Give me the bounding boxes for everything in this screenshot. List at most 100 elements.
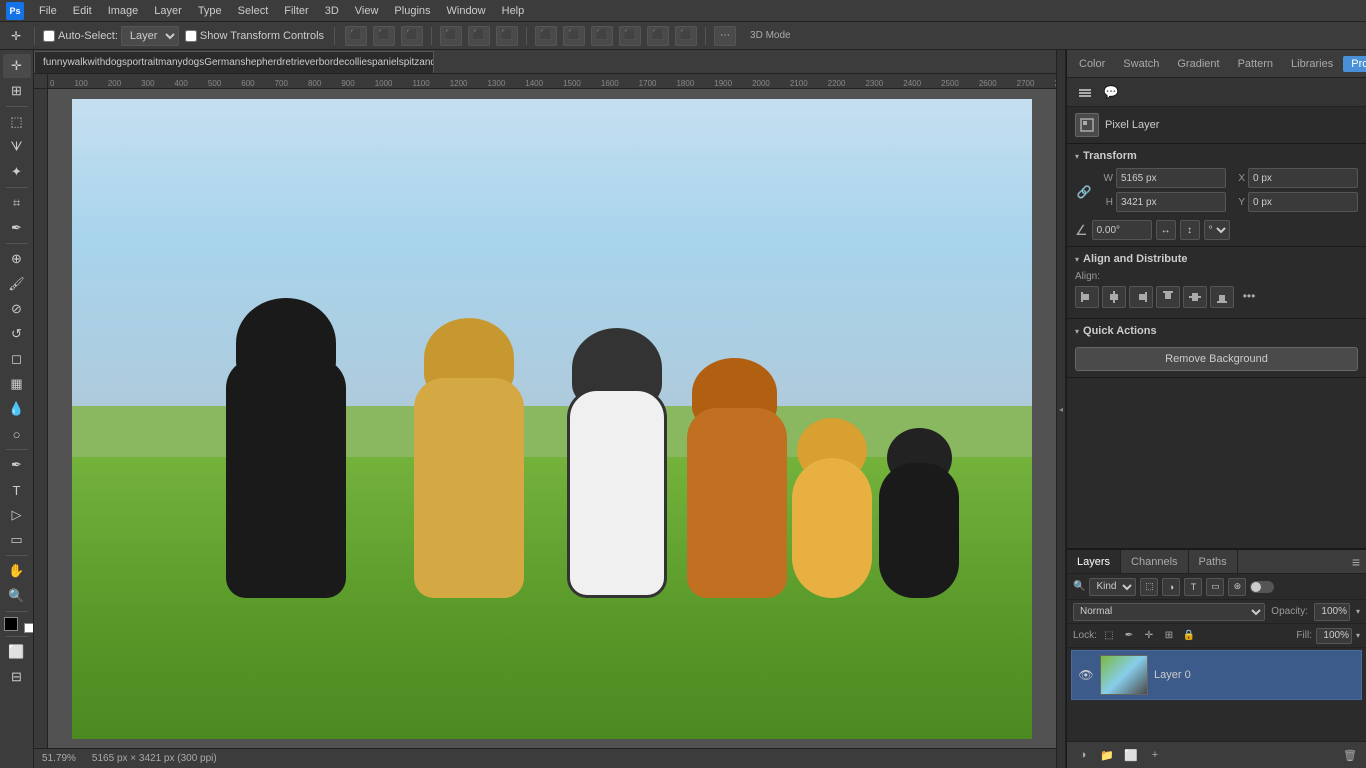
- angle-input[interactable]: [1092, 220, 1152, 240]
- zoom-tool[interactable]: 🔍: [3, 584, 31, 608]
- align-section-header[interactable]: ▾ Align and Distribute: [1075, 253, 1358, 265]
- shape-tool[interactable]: ▭: [3, 528, 31, 552]
- menu-edit[interactable]: Edit: [66, 3, 99, 19]
- gradient-tool[interactable]: ▦: [3, 372, 31, 396]
- menu-window[interactable]: Window: [440, 3, 493, 19]
- lasso-tool[interactable]: ᗐ: [3, 135, 31, 159]
- flip-horizontal-btn[interactable]: ↔: [1156, 220, 1176, 240]
- layer-0-row[interactable]: 👁 Layer 0: [1071, 650, 1362, 700]
- opacity-chevron[interactable]: ▾: [1356, 607, 1360, 616]
- x-input[interactable]: [1248, 168, 1358, 188]
- tab-gradient[interactable]: Gradient: [1169, 56, 1227, 72]
- more-align-btn[interactable]: •••: [1237, 286, 1261, 306]
- move-tool[interactable]: ✛: [3, 54, 31, 78]
- opacity-input[interactable]: [1314, 603, 1350, 621]
- quick-mask-tool[interactable]: ⬜: [3, 640, 31, 664]
- filter-pixel-btn[interactable]: ⬚: [1140, 578, 1158, 596]
- blur-tool[interactable]: 💧: [3, 397, 31, 421]
- align-right-btn[interactable]: ⬛: [401, 26, 423, 46]
- tab-pattern[interactable]: Pattern: [1230, 56, 1281, 72]
- auto-select-checkbox[interactable]: [43, 30, 55, 42]
- quick-actions-header[interactable]: ▾ Quick Actions: [1075, 325, 1358, 337]
- add-mask-btn[interactable]: ⬜: [1121, 746, 1141, 764]
- align-v-center-btn[interactable]: [1183, 286, 1207, 308]
- tab-properties[interactable]: Properties: [1343, 56, 1366, 72]
- lock-brush-btn[interactable]: ✒: [1121, 628, 1137, 644]
- foreground-color[interactable]: [4, 617, 18, 631]
- fill-chevron[interactable]: ▾: [1356, 631, 1360, 640]
- crop-tool[interactable]: ⌗: [3, 191, 31, 215]
- document-tab[interactable]: funnywalkwithdogsportraitmanydogsGermans…: [34, 51, 434, 73]
- distribute-right-btn[interactable]: ⬛: [591, 26, 613, 46]
- align-top-btn[interactable]: ⬛: [440, 26, 462, 46]
- h-input[interactable]: [1116, 192, 1226, 212]
- align-top-edge-btn[interactable]: [1156, 286, 1180, 308]
- filter-adjustment-btn[interactable]: ◑: [1162, 578, 1180, 596]
- tool-mode-select[interactable]: Layer: [121, 26, 179, 46]
- color-swatches[interactable]: [2, 615, 32, 633]
- history-brush-tool[interactable]: ↺: [3, 322, 31, 346]
- menu-help[interactable]: Help: [495, 3, 532, 19]
- layers-panel-expand-btn[interactable]: ≡: [1346, 554, 1366, 570]
- lock-artboard-btn[interactable]: ⊞: [1161, 628, 1177, 644]
- filter-kind-select[interactable]: Kind: [1089, 578, 1136, 596]
- healing-brush-tool[interactable]: ⊕: [3, 247, 31, 271]
- distribute-center-h-btn[interactable]: ⬛: [563, 26, 585, 46]
- stamp-tool[interactable]: ⊘: [3, 297, 31, 321]
- more-options-btn[interactable]: ⋯: [714, 26, 736, 46]
- layers-icon[interactable]: [1075, 82, 1095, 102]
- brush-tool[interactable]: 🖌: [3, 272, 31, 296]
- tab-libraries[interactable]: Libraries: [1283, 56, 1341, 72]
- canvas-scroll[interactable]: [48, 89, 1056, 748]
- eyedropper-tool[interactable]: ✒: [3, 216, 31, 240]
- transform-controls-checkbox[interactable]: [185, 30, 197, 42]
- align-bottom-btn[interactable]: ⬛: [496, 26, 518, 46]
- align-center-v-btn[interactable]: ⬛: [468, 26, 490, 46]
- hand-tool[interactable]: ✋: [3, 559, 31, 583]
- new-layer-btn[interactable]: +: [1145, 746, 1165, 764]
- tab-swatch[interactable]: Swatch: [1115, 56, 1167, 72]
- align-center-h-btn[interactable]: ⬛: [373, 26, 395, 46]
- magic-wand-tool[interactable]: ✦: [3, 160, 31, 184]
- chat-icon[interactable]: 💬: [1101, 82, 1121, 102]
- link-proportions-icon[interactable]: 🔗: [1075, 183, 1093, 201]
- distribute-left-btn[interactable]: ⬛: [535, 26, 557, 46]
- lock-pixels-btn[interactable]: ⬚: [1101, 628, 1117, 644]
- lock-all-btn[interactable]: 🔒: [1181, 628, 1197, 644]
- add-group-btn[interactable]: 📁: [1097, 746, 1117, 764]
- distribute-top-btn[interactable]: ⬛: [619, 26, 641, 46]
- filter-text-btn[interactable]: T: [1184, 578, 1202, 596]
- panel-collapse-btn[interactable]: ◂: [1056, 50, 1066, 768]
- fill-input[interactable]: [1316, 628, 1352, 644]
- transform-section-header[interactable]: ▾ Transform: [1075, 150, 1358, 162]
- marquee-tool[interactable]: ⬚: [3, 110, 31, 134]
- align-h-center-btn[interactable]: [1102, 286, 1126, 308]
- y-input[interactable]: [1248, 192, 1358, 212]
- lock-position-btn[interactable]: ✛: [1141, 628, 1157, 644]
- menu-filter[interactable]: Filter: [277, 3, 315, 19]
- remove-background-btn[interactable]: Remove Background: [1075, 347, 1358, 371]
- angle-unit-select[interactable]: °: [1204, 220, 1230, 240]
- filter-shape-btn[interactable]: ▭: [1206, 578, 1224, 596]
- menu-file[interactable]: File: [32, 3, 64, 19]
- menu-layer[interactable]: Layer: [147, 3, 189, 19]
- filter-toggle[interactable]: [1250, 581, 1274, 593]
- blend-mode-select[interactable]: Normal: [1073, 603, 1265, 621]
- text-tool[interactable]: T: [3, 478, 31, 502]
- layer-0-visibility-btn[interactable]: 👁: [1078, 667, 1094, 683]
- background-color[interactable]: [24, 623, 34, 633]
- flip-vertical-btn[interactable]: ↕: [1180, 220, 1200, 240]
- tab-color[interactable]: Color: [1071, 56, 1113, 72]
- eraser-tool[interactable]: ◻: [3, 347, 31, 371]
- menu-select[interactable]: Select: [231, 3, 276, 19]
- align-bottom-edge-btn[interactable]: [1210, 286, 1234, 308]
- menu-plugins[interactable]: Plugins: [387, 3, 437, 19]
- paths-tab[interactable]: Paths: [1189, 550, 1238, 573]
- w-input[interactable]: [1116, 168, 1226, 188]
- menu-3d[interactable]: 3D: [318, 3, 346, 19]
- dodge-tool[interactable]: ○: [3, 422, 31, 446]
- add-adjustment-layer-btn[interactable]: ◑: [1073, 746, 1093, 764]
- channels-tab[interactable]: Channels: [1121, 550, 1188, 573]
- pen-tool[interactable]: ✒: [3, 453, 31, 477]
- menu-type[interactable]: Type: [191, 3, 229, 19]
